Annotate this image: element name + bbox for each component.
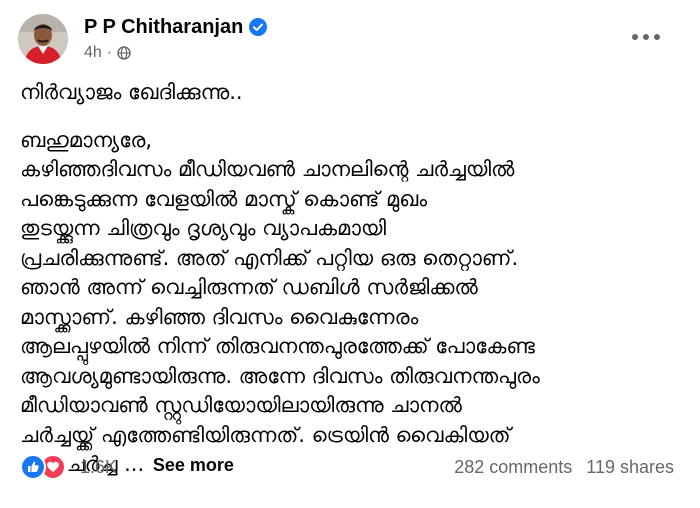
post-body-line: ആലപ്പുഴയിൽ നിന്ന് തിരുവനന്തപുരത്തേക്ക് പ… [20,334,535,358]
more-options-icon[interactable] [632,30,660,44]
post-body-line: തുടയ്ക്കുന്ന ചിത്രവും ദൃശ്യവും വ്യാപകമായ… [20,216,387,240]
meta-separator: · [106,44,113,61]
verified-badge-icon [249,18,268,36]
author-avatar[interactable] [18,14,68,64]
post-meta: 4h · [84,44,131,62]
post-body-line: ആവശ്യമുണ്ടായിരുന്നു. അന്നേ ദിവസം തിരുവനന… [20,363,540,388]
post-timestamp[interactable]: 4h [84,44,102,62]
post-body-line: കഴിഞ്ഞദിവസം മീഡിയവൺ ചാനലിന്റെ ചർച്ചയിൽ [20,157,515,181]
reactions-summary[interactable]: 1.6K [20,454,117,480]
more-dot [632,34,638,40]
post-footer: 1.6K 282 comments 119 shares [20,452,674,482]
post-title: നിർവ്യാജം ഖേദിക്കുന്നു.. [20,80,243,104]
reaction-icons [20,454,72,480]
post-body-line: പങ്കെടുക്കുന്ന വേളയിൽ മാസ്ക് കൊണ്ട് മുഖം [20,186,428,211]
post-body-line: മീഡിയാവൺ സ്റ്റുഡിയോയിലായിരുന്നു ചാനൽ [20,393,462,417]
author-row: P P Chitharanjan [84,14,268,40]
post-message: നിർവ്യാജം ഖേദിക്കുന്നു.. ബഹുമാന്യരേ, കഴി… [20,78,680,481]
post-body-line: ഞാൻ അന്ന് വെച്ചിരുന്നത് ഡബിൾ സർജിക്കൽ [20,275,478,299]
avatar-photo [18,14,68,64]
more-dot [654,34,660,40]
post-body-line: ചർച്ചയ്ക്ക് എത്തേണ്ടിയിരുന്നത്. ട്രെയിൻ … [20,422,511,447]
facebook-post: P P Chitharanjan 4h · നിർവ്യാജം ഖേദിക്കു… [0,0,700,508]
shares-count-link[interactable]: 119 shares [586,457,674,478]
globe-icon[interactable] [117,46,131,60]
author-name[interactable]: P P Chitharanjan [84,14,243,40]
post-body-line: മാസ്ക്കാണ്. കഴിഞ്ഞ ദിവസം വൈകുന്നേരം [20,304,419,329]
more-dot [643,34,649,40]
post-body-line: ബഹുമാന്യരേ, [20,127,153,152]
like-reaction-icon [20,454,46,480]
engagement-stats: 282 comments 119 shares [454,457,674,478]
reaction-count: 1.6K [80,456,118,477]
comments-count-link[interactable]: 282 comments [454,457,572,478]
post-body-line: പ്രചരിക്കുന്നുണ്ട്. അത് എനിക്ക് പറ്റിയ ഒ… [20,245,519,270]
